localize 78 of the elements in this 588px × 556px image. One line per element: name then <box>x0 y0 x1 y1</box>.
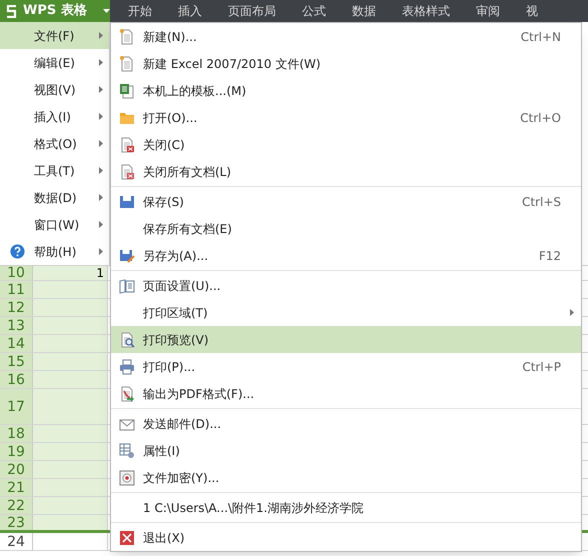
close-document-icon <box>119 136 135 152</box>
row-header[interactable]: 18 <box>0 425 33 442</box>
menu-item[interactable]: 保存(S) Ctrl+S <box>111 188 581 215</box>
menu-item[interactable]: 保存所有文档(E) <box>111 215 581 242</box>
menu-item[interactable]: 页面设置(U)... <box>111 272 581 299</box>
menu-item[interactable]: 打开(O)... Ctrl+O <box>111 104 581 131</box>
menu-item[interactable]: 新建(N)... Ctrl+N <box>111 23 581 50</box>
menu-item[interactable]: 输出为PDF格式(F)... <box>111 380 581 407</box>
row-header[interactable]: 15 <box>0 353 33 370</box>
menu-item[interactable]: 插入(I) <box>0 103 109 130</box>
ribbon-tab[interactable]: 表格样式 <box>398 0 454 22</box>
menu-item[interactable]: 退出(X) <box>111 524 581 551</box>
app-menu-button[interactable]: WPS 表格 <box>0 0 110 22</box>
menu-item[interactable]: 属性(I) <box>111 437 581 464</box>
caret-icon <box>102 9 110 13</box>
row-header[interactable]: 11 <box>0 281 33 298</box>
row-header[interactable]: 12 <box>0 299 33 316</box>
exit-icon <box>119 530 135 546</box>
ribbon-tab[interactable]: 开始 <box>124 0 156 22</box>
template-icon <box>119 82 135 98</box>
menu-item[interactable]: 文件(F) <box>0 22 109 49</box>
menu-item[interactable]: 打印(P)... Ctrl+P <box>111 353 581 380</box>
menu-item[interactable]: 关闭所有文档(L) <box>111 158 581 185</box>
logo-icon <box>6 4 17 18</box>
save-as-icon <box>119 248 135 264</box>
submenu-arrow-icon <box>99 248 103 255</box>
submenu-arrow-icon <box>99 86 103 93</box>
row-header[interactable]: 19 <box>0 443 33 460</box>
menu-item[interactable]: 1 C:\Users\A...\附件1.湖南涉外经济学院 <box>111 494 581 521</box>
menu-item[interactable]: 格式(O) <box>0 130 109 157</box>
page-setup-icon <box>119 278 135 294</box>
lock-document-icon <box>119 470 135 486</box>
properties-icon <box>119 442 135 458</box>
new-document-icon <box>119 56 135 72</box>
ribbon-tab[interactable]: 插入 <box>174 0 206 22</box>
row-header[interactable]: 13 <box>0 317 33 334</box>
submenu-arrow-icon <box>99 194 103 201</box>
row-header[interactable]: 17 <box>0 389 33 424</box>
close-document-icon <box>119 164 135 180</box>
help-icon <box>10 244 24 259</box>
menu-item[interactable]: 数据(D) <box>0 184 109 211</box>
new-document-icon <box>119 28 135 44</box>
menu-item[interactable]: 另存为(A)... F12 <box>111 242 581 269</box>
menu-item[interactable]: 窗口(W) <box>0 211 109 238</box>
pdf-icon <box>119 386 135 402</box>
submenu-arrow-icon <box>99 167 103 174</box>
row-header[interactable]: 21 <box>0 479 33 496</box>
menu-item[interactable]: 打印预览(V) <box>111 326 581 353</box>
menu-item[interactable]: 发送邮件(D)... <box>111 410 581 437</box>
menu-item[interactable]: 编辑(E) <box>0 49 109 76</box>
ribbon-tab[interactable]: 视 <box>522 0 542 22</box>
menu-item[interactable]: 关闭(C) <box>111 131 581 158</box>
menu-item[interactable]: 帮助(H) <box>0 238 109 265</box>
row-header[interactable]: 23 <box>0 515 33 530</box>
print-preview-icon <box>119 332 135 348</box>
menu-item[interactable]: 打印区域(T) <box>111 299 581 326</box>
submenu-arrow-icon <box>99 221 103 228</box>
menu-item[interactable]: 工具(T) <box>0 157 109 184</box>
ribbon-tab[interactable]: 公式 <box>298 0 330 22</box>
menu-item[interactable]: 视图(V) <box>0 76 109 103</box>
submenu-arrow-icon <box>99 140 103 147</box>
row-header[interactable]: 10 <box>0 266 33 280</box>
row-header[interactable]: 16 <box>0 371 33 388</box>
printer-icon <box>119 358 135 374</box>
grid-cell: 1 <box>33 266 108 280</box>
ribbon-tab[interactable]: 页面布局 <box>224 0 280 22</box>
menu-item[interactable]: 文件加密(Y)... <box>111 464 581 491</box>
submenu-arrow-icon <box>99 32 103 39</box>
row-header[interactable]: 22 <box>0 497 33 514</box>
menu-item[interactable]: 本机上的模板...(M) <box>111 77 581 104</box>
submenu-arrow-icon <box>99 113 103 120</box>
ribbon-tab[interactable]: 数据 <box>348 0 380 22</box>
menu-item[interactable]: 新建 Excel 2007/2010 文件(W) <box>111 50 581 77</box>
row-header[interactable]: 20 <box>0 461 33 478</box>
ribbon-tab[interactable]: 审阅 <box>472 0 504 22</box>
submenu-arrow-icon <box>99 59 103 66</box>
row-header[interactable]: 14 <box>0 335 33 352</box>
floppy-icon <box>119 194 135 210</box>
